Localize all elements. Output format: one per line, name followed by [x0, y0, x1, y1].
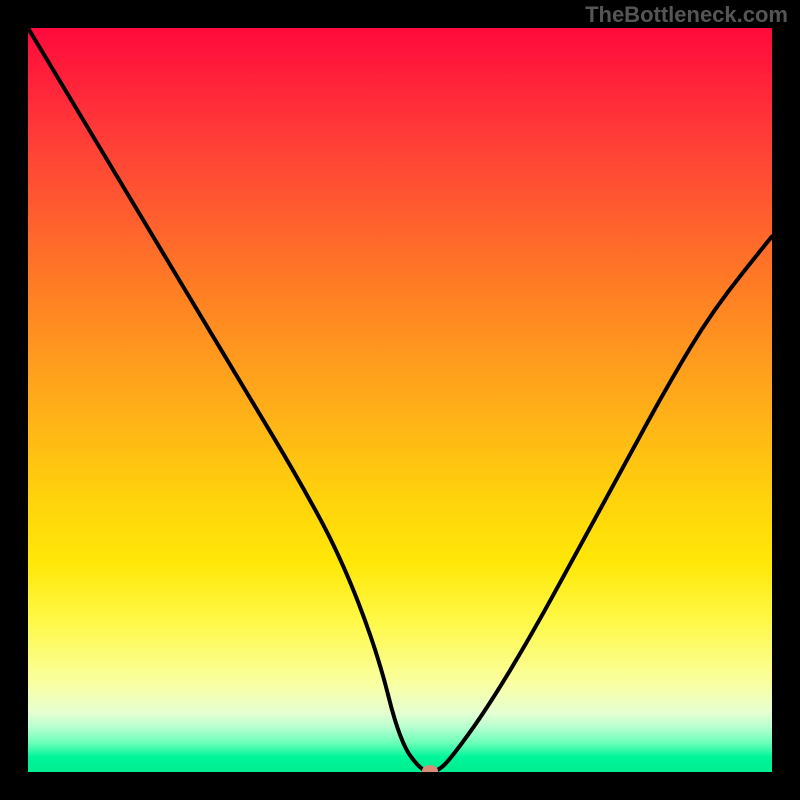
optimum-marker [422, 765, 438, 772]
plot-area [28, 28, 772, 772]
watermark-text: TheBottleneck.com [585, 2, 788, 28]
curve-path [28, 28, 772, 772]
chart-frame: TheBottleneck.com [0, 0, 800, 800]
bottleneck-curve [28, 28, 772, 772]
